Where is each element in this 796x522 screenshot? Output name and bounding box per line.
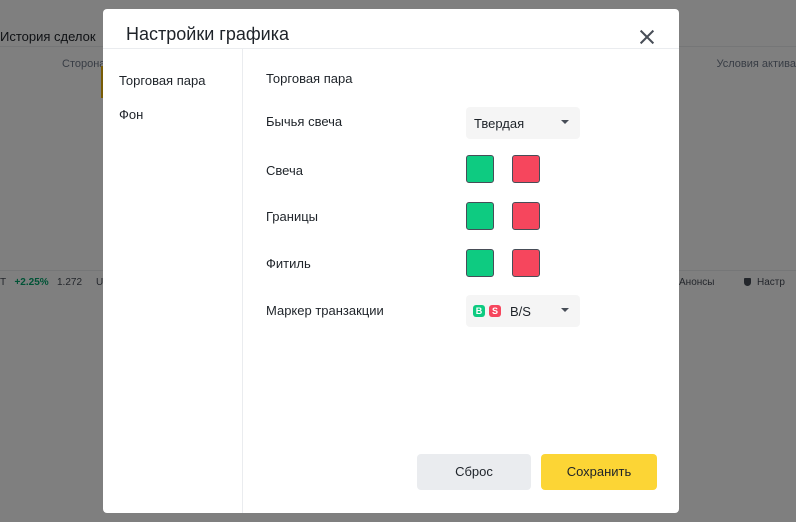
sidebar-item-trading-pair[interactable]: Торговая пара [119,73,205,88]
bull-candle-select[interactable]: Твердая [466,107,580,139]
section-title: Торговая пара [266,71,353,86]
wick-down-color-swatch[interactable] [512,249,540,277]
bull-candle-value: Твердая [474,116,525,131]
sidebar-item-background[interactable]: Фон [119,107,143,122]
borders-down-color-swatch[interactable] [512,202,540,230]
caret-down-icon [561,120,569,124]
reset-button[interactable]: Сброс [417,454,531,490]
save-button[interactable]: Сохранить [541,454,657,490]
wick-label: Фитиль [266,256,311,271]
caret-down-icon [561,308,569,312]
trade-marker-value: B/S [510,304,531,319]
candle-up-color-swatch[interactable] [466,155,494,183]
trade-marker-label: Маркер транзакции [266,303,384,318]
wick-up-color-swatch[interactable] [466,249,494,277]
candle-down-color-swatch[interactable] [512,155,540,183]
settings-sidebar: Торговая пара Фон [103,49,243,513]
candle-label: Свеча [266,163,303,178]
chart-settings-modal: Настройки графика Торговая пара Фон Торг… [103,9,679,513]
bull-candle-label: Бычья свеча [266,114,343,129]
borders-label: Границы [266,209,318,224]
sell-marker-icon: S [489,305,501,317]
close-icon[interactable] [639,29,655,45]
borders-up-color-swatch[interactable] [466,202,494,230]
buy-marker-icon: B [473,305,485,317]
modal-title: Настройки графика [126,24,289,44]
trade-marker-select[interactable]: B S B/S [466,295,580,327]
